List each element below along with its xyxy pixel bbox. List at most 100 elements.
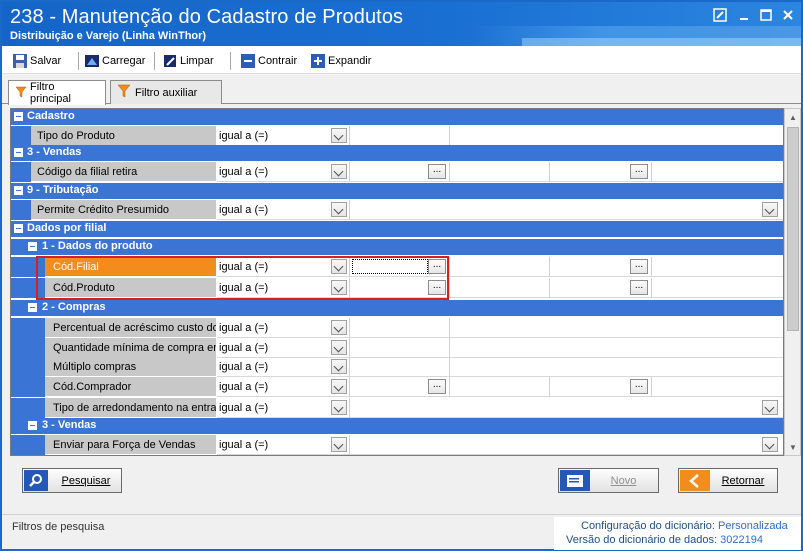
section-header-dados-filial[interactable]: Dados por filial — [11, 221, 783, 238]
edit-window-icon[interactable] — [712, 8, 728, 24]
field-label: Quantidade mínima de compra em — [45, 338, 217, 358]
tab-aux-filter[interactable]: Filtro auxiliar — [110, 80, 222, 104]
filter-row[interactable]: Cód.Comprador igual a (=) ... ... — [11, 377, 783, 397]
filter-row[interactable]: Tipo do Produto igual a (=) — [11, 126, 783, 146]
minimize-icon[interactable] — [736, 8, 752, 24]
row-indent — [11, 435, 45, 455]
collapse-toggle-icon[interactable] — [28, 303, 37, 312]
tab-main-filter[interactable]: Filtro principal — [8, 80, 106, 105]
filter-row[interactable]: Múltiplo compras igual a (=) — [11, 357, 783, 377]
expand-button[interactable]: Expandir — [310, 52, 371, 70]
section-header-compras[interactable]: 2 - Compras — [11, 300, 783, 317]
toolbar-divider — [230, 52, 231, 70]
value-select[interactable] — [350, 435, 783, 455]
value-select[interactable] — [350, 200, 783, 220]
value-spacer-cell — [450, 278, 550, 298]
back-button[interactable]: Retornar — [678, 468, 778, 493]
value-cell[interactable] — [350, 357, 450, 377]
search-button[interactable]: Pesquisar — [22, 468, 122, 493]
chevron-down-icon[interactable] — [331, 340, 347, 355]
operator-select[interactable]: igual a (=) — [217, 377, 350, 397]
scroll-thumb[interactable] — [787, 127, 799, 331]
ellipsis-button[interactable]: ... — [630, 164, 648, 179]
chevron-down-icon[interactable] — [331, 320, 347, 335]
ellipsis-button[interactable]: ... — [630, 379, 648, 394]
save-button[interactable]: Salvar — [12, 52, 61, 70]
field-label: Múltiplo compras — [45, 357, 217, 377]
row-indent — [11, 398, 45, 418]
value-cell[interactable] — [350, 126, 450, 146]
scroll-up-icon[interactable]: ▲ — [788, 113, 798, 123]
chevron-down-icon[interactable] — [331, 128, 347, 143]
scroll-down-icon[interactable]: ▼ — [788, 443, 798, 453]
value-from-input[interactable]: ... — [350, 257, 450, 277]
section-header-vendas-filial[interactable]: 3 - Vendas — [11, 418, 783, 435]
value-from-cell[interactable]: ... — [350, 377, 450, 397]
field-label-selected: Cód.Filial — [45, 257, 217, 277]
ellipsis-button[interactable]: ... — [428, 259, 446, 274]
section-header-cadastro[interactable]: Cadastro — [11, 109, 783, 126]
operator-select[interactable]: igual a (=) — [217, 318, 350, 338]
value-cell[interactable] — [350, 338, 450, 358]
collapse-toggle-icon[interactable] — [14, 112, 23, 121]
chevron-down-icon[interactable] — [762, 202, 778, 217]
search-label: Pesquisar — [61, 474, 111, 487]
chevron-down-icon[interactable] — [331, 379, 347, 394]
operator-select[interactable]: igual a (=) — [217, 338, 350, 358]
ellipsis-button[interactable]: ... — [630, 280, 648, 295]
chevron-down-icon[interactable] — [331, 202, 347, 217]
collapse-toggle-icon[interactable] — [14, 224, 23, 233]
operator-select[interactable]: igual a (=) — [217, 435, 350, 455]
operator-select[interactable]: igual a (=) — [217, 398, 350, 418]
value-select[interactable] — [350, 398, 783, 418]
collapse-toggle-icon[interactable] — [14, 148, 23, 157]
collapse-toggle-icon[interactable] — [28, 421, 37, 430]
operator-select[interactable]: igual a (=) — [217, 278, 350, 298]
chevron-down-icon[interactable] — [331, 280, 347, 295]
chevron-down-icon[interactable] — [331, 400, 347, 415]
ellipsis-button[interactable]: ... — [428, 280, 446, 295]
filter-row[interactable]: Quantidade mínima de compra em igual a (… — [11, 338, 783, 358]
operator-select[interactable]: igual a (=) — [217, 357, 350, 377]
collapse-toggle-icon[interactable] — [14, 186, 23, 195]
filter-row[interactable]: Cód.Filial igual a (=) ... ... — [11, 257, 783, 277]
maximize-icon[interactable] — [758, 8, 774, 24]
value-to-cell[interactable]: ... — [550, 377, 652, 397]
filter-row[interactable]: Cód.Produto igual a (=) ... ... — [11, 278, 783, 298]
new-button[interactable]: Novo — [558, 468, 659, 493]
filter-row[interactable]: Permite Crédito Presumido igual a (=) — [11, 200, 783, 220]
value-to-cell[interactable]: ... — [550, 257, 652, 277]
operator-select[interactable]: igual a (=) — [217, 200, 350, 220]
vertical-scrollbar[interactable]: ▲ ▼ — [784, 108, 801, 456]
section-header-vendas[interactable]: 3 - Vendas — [11, 145, 783, 162]
ellipsis-button[interactable]: ... — [428, 164, 446, 179]
chevron-down-icon[interactable] — [762, 400, 778, 415]
clear-button[interactable]: Limpar — [162, 52, 214, 70]
operator-select[interactable]: igual a (=) — [217, 162, 350, 182]
filter-row[interactable]: Tipo de arredondamento na entra igual a … — [11, 398, 783, 418]
value-from-cell[interactable]: ... — [350, 278, 450, 298]
load-button[interactable]: Carregar — [84, 52, 145, 70]
filter-row[interactable]: Percentual de acréscimo custo do igual a… — [11, 318, 783, 338]
value-from-cell[interactable]: ... — [350, 162, 450, 182]
chevron-down-icon[interactable] — [331, 359, 347, 374]
value-cell[interactable] — [350, 318, 450, 338]
value-to-cell[interactable]: ... — [550, 162, 652, 182]
filter-row[interactable]: Código da filial retira igual a (=) ... … — [11, 162, 783, 182]
filter-row[interactable]: Enviar para Força de Vendas igual a (=) — [11, 435, 783, 455]
operator-value: igual a (=) — [219, 282, 269, 294]
operator-select[interactable]: igual a (=) — [217, 126, 350, 146]
collapse-toggle-icon[interactable] — [28, 242, 37, 251]
section-header-dados-produto[interactable]: 1 - Dados do produto — [11, 239, 783, 256]
collapse-button[interactable]: Contrair — [240, 52, 297, 70]
ellipsis-button[interactable]: ... — [630, 259, 648, 274]
chevron-down-icon[interactable] — [331, 164, 347, 179]
ellipsis-button[interactable]: ... — [428, 379, 446, 394]
operator-select[interactable]: igual a (=) — [217, 257, 350, 277]
section-header-tributacao[interactable]: 9 - Tributação — [11, 183, 783, 200]
chevron-down-icon[interactable] — [762, 437, 778, 452]
chevron-down-icon[interactable] — [331, 259, 347, 274]
close-icon[interactable] — [780, 8, 796, 24]
value-to-cell[interactable]: ... — [550, 278, 652, 298]
chevron-down-icon[interactable] — [331, 437, 347, 452]
